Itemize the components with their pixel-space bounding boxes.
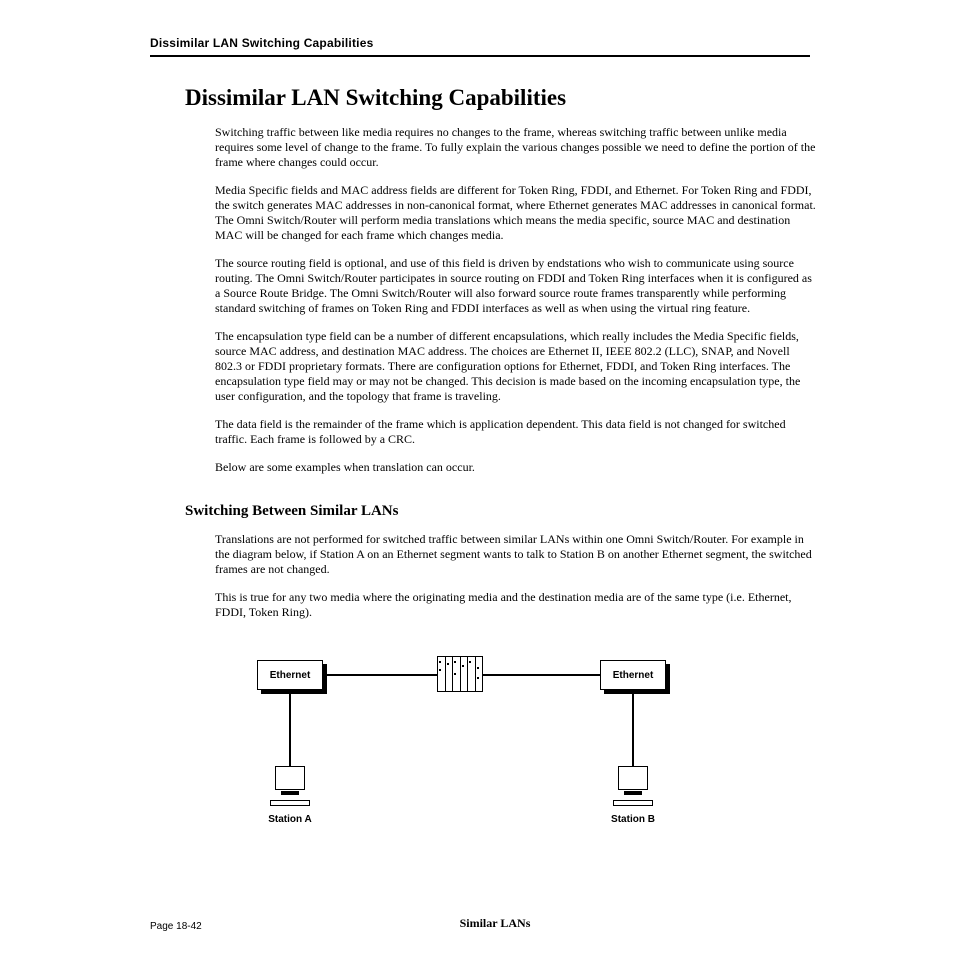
right-network-label: Ethernet (613, 670, 654, 681)
station-b-label: Station B (600, 814, 666, 825)
link-right-down (632, 694, 634, 766)
page-title: Dissimilar LAN Switching Capabilities (185, 85, 859, 111)
paragraph-3: The source routing field is optional, an… (215, 256, 819, 316)
paragraph-1: Switching traffic between like media req… (215, 125, 819, 170)
sub-paragraph-2: This is true for any two media where the… (215, 590, 819, 620)
station-a-label: Station A (257, 814, 323, 825)
page-number: Page 18-42 (150, 921, 202, 932)
section-subtitle: Switching Between Similar LANs (185, 503, 859, 520)
left-network-box: Ethernet (257, 660, 323, 690)
station-a-icon (267, 766, 313, 806)
diagram-caption: Similar LANs (215, 916, 775, 931)
paragraph-2: Media Specific fields and MAC address fi… (215, 183, 819, 243)
link-left-down (289, 694, 291, 766)
sub-paragraph-1: Translations are not performed for switc… (215, 532, 819, 577)
paragraph-5: The data field is the remainder of the f… (215, 417, 819, 447)
running-head: Dissimilar LAN Switching Capabilities (150, 36, 810, 57)
station-b-icon (610, 766, 656, 806)
paragraph-6: Below are some examples when translation… (215, 460, 819, 475)
link-switch-to-right (483, 674, 600, 676)
paragraph-4: The encapsulation type field can be a nu… (215, 329, 819, 404)
left-network-label: Ethernet (270, 670, 311, 681)
similar-lans-diagram: Ethernet Ethernet Stati (215, 660, 775, 860)
link-left-to-switch (327, 674, 437, 676)
switch-icon (437, 656, 483, 692)
right-network-box: Ethernet (600, 660, 666, 690)
document-page: Dissimilar LAN Switching Capabilities Di… (0, 0, 954, 954)
